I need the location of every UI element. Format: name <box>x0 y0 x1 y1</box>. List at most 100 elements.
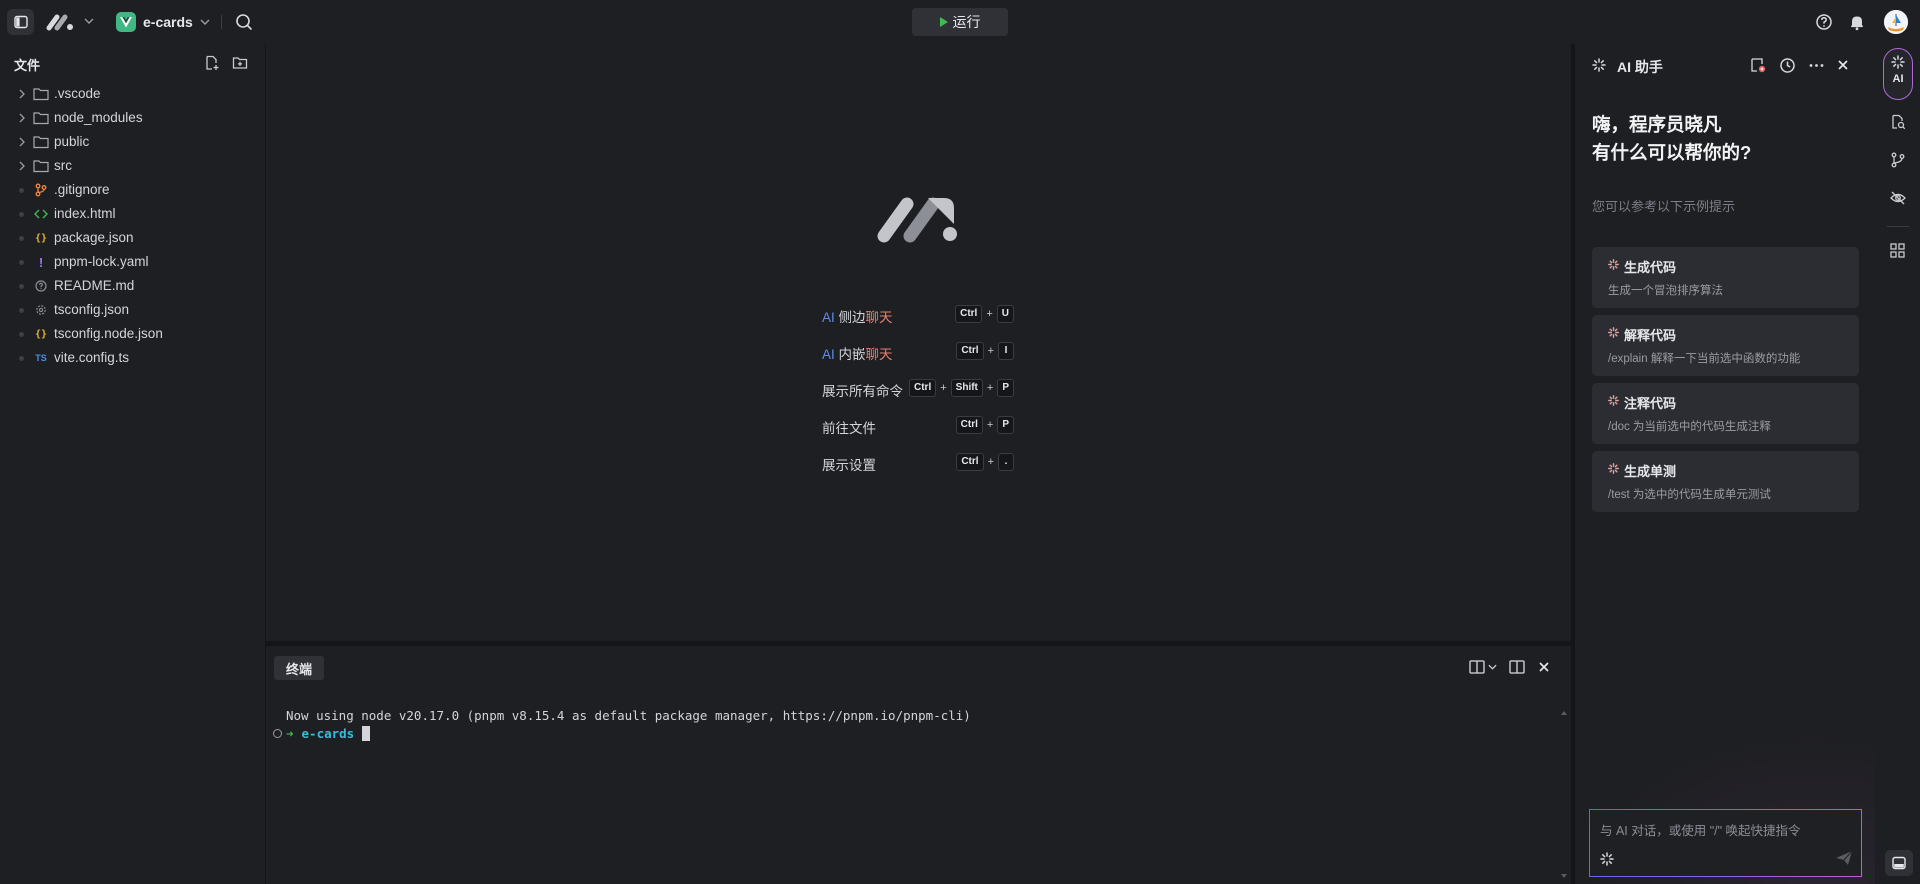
explorer-title: 文件 <box>14 58 41 73</box>
suggestion-title: 生成单测 <box>1624 464 1677 479</box>
scroll-down-icon[interactable] <box>1561 874 1567 878</box>
run-button[interactable]: 运行 <box>912 8 1008 36</box>
more-icon <box>1809 64 1824 67</box>
file-dot <box>19 212 24 217</box>
shortcut-ai-inline-chat[interactable]: AI 内嵌聊天 Ctrl + I <box>822 340 1018 377</box>
greeting-line-1: 嗨，程序员晓凡 <box>1592 114 1722 135</box>
folder-icon <box>33 158 49 174</box>
bell-icon <box>1851 16 1863 31</box>
chevron-down-icon <box>200 19 210 25</box>
new-chat-button[interactable] <box>1750 57 1767 74</box>
tree-folder-node-modules[interactable]: node_modules <box>0 106 265 130</box>
shortcut-show-settings[interactable]: 展示设置 Ctrl +. <box>822 451 1018 488</box>
file-tree: .vscode node_modules public src .gitigno… <box>0 82 265 370</box>
tree-item-label: .vscode <box>54 86 101 101</box>
suggestion-desc: /explain 解释一下当前选中函数的功能 <box>1608 353 1801 365</box>
suggestion-title: 注释代码 <box>1624 396 1677 411</box>
avatar[interactable] <box>1884 10 1908 34</box>
tree-file-tsconfig[interactable]: tsconfig.json <box>0 298 265 322</box>
ai-chat-input[interactable]: 与 AI 对话，或使用 "/" 唤起快捷指令 <box>1589 809 1862 877</box>
app-logo[interactable] <box>46 13 76 31</box>
toggle-panel-button[interactable] <box>1885 850 1913 876</box>
close-terminal-button[interactable] <box>1538 661 1550 673</box>
top-bar: e-cards 运行 <box>0 0 1920 44</box>
tree-folder-src[interactable]: src <box>0 154 265 178</box>
terminal-cursor <box>362 726 371 741</box>
rail-divider <box>1887 226 1909 227</box>
extensions-button[interactable] <box>1890 243 1905 258</box>
notifications-button[interactable] <box>1848 13 1866 31</box>
sparkle-icon <box>1608 395 1619 406</box>
shortcut-keys: Ctrl + P <box>955 416 1014 434</box>
tree-item-label: public <box>54 134 90 149</box>
sparkle-icon[interactable] <box>1600 852 1614 866</box>
toggle-sidebar-button[interactable] <box>7 9 34 35</box>
topbar-divider <box>221 15 222 29</box>
tree-folder-public[interactable]: public <box>0 130 265 154</box>
tree-item-label: tsconfig.json <box>54 302 130 317</box>
more-options-button[interactable] <box>1808 57 1825 74</box>
chevron-right-icon <box>19 89 25 99</box>
json-icon: {} <box>34 328 48 340</box>
project-selector[interactable]: e-cards <box>116 11 210 33</box>
split-view-icon <box>1469 660 1485 674</box>
chat-input-placeholder: 与 AI 对话，或使用 "/" 唤起快捷指令 <box>1600 824 1801 838</box>
source-control-button[interactable] <box>1890 152 1906 168</box>
preview-button[interactable] <box>1890 190 1906 206</box>
ai-assistant-toggle[interactable]: AI <box>1883 48 1913 100</box>
scroll-up-icon[interactable] <box>1561 711 1567 715</box>
tree-item-label: .gitignore <box>54 182 110 197</box>
tree-item-label: src <box>54 158 72 173</box>
folder-icon <box>33 134 49 150</box>
toggle-layout-button[interactable] <box>1509 660 1525 674</box>
suggestion-generate-tests[interactable]: 生成单测 /test 为选中的代码生成单元测试 <box>1592 451 1859 512</box>
shortcut-go-to-file[interactable]: 前往文件 Ctrl + P <box>822 414 1018 451</box>
json-icon: {} <box>34 232 48 244</box>
shortcut-ai-side-chat[interactable]: AI 侧边聊天 Ctrl + U <box>822 303 1018 340</box>
html-icon <box>33 206 49 222</box>
sparkle-icon <box>1608 259 1619 270</box>
help-button[interactable] <box>1815 13 1833 31</box>
shortcut-label: 展示设置 <box>822 458 876 473</box>
suggestion-title: 生成代码 <box>1624 260 1677 275</box>
history-button[interactable] <box>1779 57 1796 74</box>
send-icon[interactable] <box>1835 850 1853 866</box>
shortcut-show-commands[interactable]: 展示所有命令 Ctrl + Shift + P <box>822 377 1018 414</box>
tree-file-tsconfig-node[interactable]: {} tsconfig.node.json <box>0 322 265 346</box>
split-terminal-button[interactable] <box>1469 660 1497 674</box>
shortcut-label: AI 内嵌聊天 <box>822 347 893 362</box>
suggestion-comment-code[interactable]: 注释代码 /doc 为当前选中的代码生成注释 <box>1592 383 1859 444</box>
tree-file-vite-config[interactable]: TS vite.config.ts <box>0 346 265 370</box>
close-icon <box>1539 662 1549 672</box>
shortcut-keys: Ctrl + U <box>955 305 1014 323</box>
tree-file-gitignore[interactable]: .gitignore <box>0 178 265 202</box>
tree-file-index-html[interactable]: index.html <box>0 202 265 226</box>
new-folder-button[interactable] <box>232 55 248 71</box>
tree-item-label: package.json <box>54 230 134 245</box>
tree-folder-vscode[interactable]: .vscode <box>0 82 265 106</box>
folder-icon <box>33 86 49 102</box>
terminal-panel: 终端 Now using node v20.17.0 (pnpm v8.15.4… <box>266 646 1571 884</box>
search-file-button[interactable] <box>1890 114 1906 130</box>
git-icon <box>33 182 49 198</box>
close-ai-panel-button[interactable] <box>1837 59 1849 71</box>
typescript-icon: TS <box>35 353 47 363</box>
tree-file-readme[interactable]: README.md <box>0 274 265 298</box>
search-icon <box>236 14 252 30</box>
run-label: 运行 <box>952 14 981 30</box>
suggestion-explain-code[interactable]: 解释代码 /explain 解释一下当前选中函数的功能 <box>1592 315 1859 376</box>
yaml-icon: ! <box>38 254 44 270</box>
new-file-button[interactable] <box>204 55 220 71</box>
status-circle-icon <box>273 729 282 738</box>
tree-file-pnpm-lock[interactable]: ! pnpm-lock.yaml <box>0 250 265 274</box>
suggestion-generate-code[interactable]: 生成代码 生成一个冒泡排序算法 <box>1592 247 1859 308</box>
app-menu-chevron-icon[interactable] <box>84 17 94 25</box>
terminal-prompt[interactable]: ➜ e-cards <box>273 726 371 741</box>
tree-file-package-json[interactable]: {} package.json <box>0 226 265 250</box>
ai-toggle-label: AI <box>1892 73 1904 85</box>
tab-terminal[interactable]: 终端 <box>274 656 325 680</box>
search-button[interactable] <box>235 13 253 31</box>
shortcut-keys: Ctrl + I <box>956 342 1014 360</box>
ai-hint: 您可以参考以下示例提示 <box>1592 199 1736 214</box>
chevron-right-icon <box>19 113 25 123</box>
